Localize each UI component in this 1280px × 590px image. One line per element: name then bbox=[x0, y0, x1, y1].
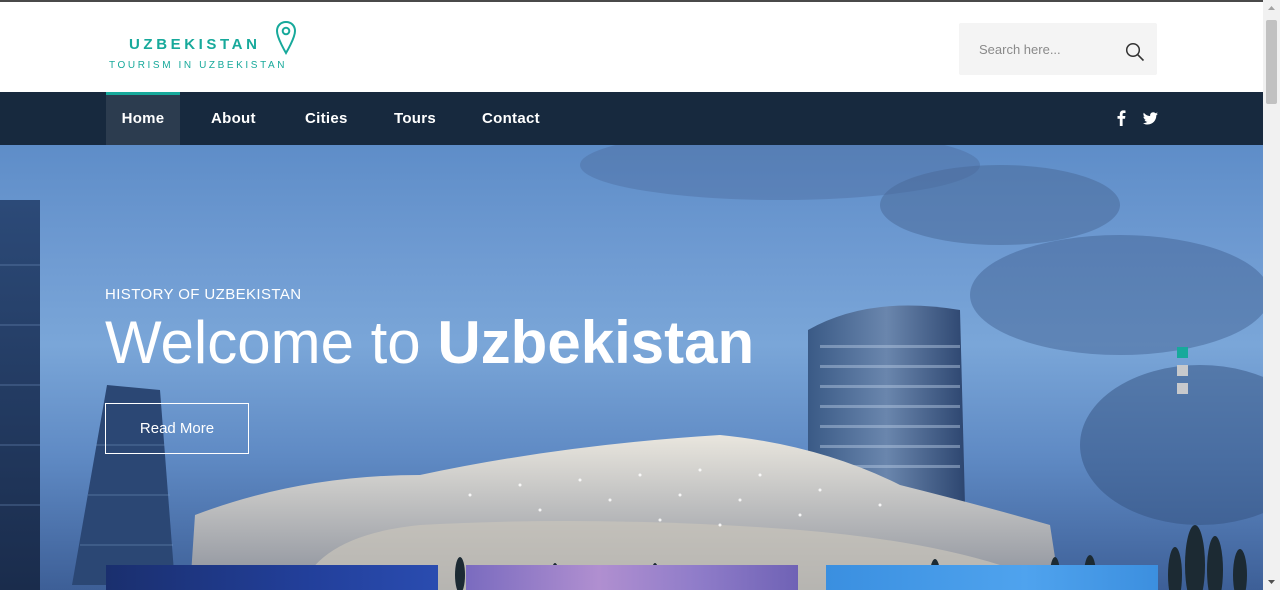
city-card-3[interactable] bbox=[826, 565, 1158, 590]
slider-dot-3[interactable] bbox=[1177, 383, 1188, 394]
hero-title-light: Welcome to bbox=[105, 309, 438, 376]
nav-home[interactable]: Home bbox=[106, 92, 180, 145]
main-nav: Home About Cities Tours Contact bbox=[0, 92, 1263, 145]
city-card-1[interactable] bbox=[106, 565, 438, 590]
slider-dot-1[interactable] bbox=[1177, 347, 1188, 358]
search-box bbox=[959, 23, 1157, 75]
slider-dot-2[interactable] bbox=[1177, 365, 1188, 376]
logo-tagline: TOURISM IN UZBEKISTAN bbox=[109, 60, 288, 71]
hero-subtitle: HISTORY OF UZBEKISTAN bbox=[105, 286, 302, 303]
hero-title: Welcome to Uzbekistan bbox=[105, 308, 754, 377]
facebook-icon[interactable] bbox=[1113, 109, 1129, 127]
nav-tours[interactable]: Tours bbox=[394, 92, 436, 145]
page-scrollbar[interactable] bbox=[1263, 0, 1280, 590]
nav-cities[interactable]: Cities bbox=[305, 92, 348, 145]
city-card-2[interactable] bbox=[466, 565, 798, 590]
scroll-down-arrow-icon[interactable] bbox=[1263, 573, 1280, 590]
nav-about[interactable]: About bbox=[211, 92, 256, 145]
scroll-thumb[interactable] bbox=[1266, 20, 1277, 104]
header: UZBEKISTAN TOURISM IN UZBEKISTAN bbox=[0, 0, 1263, 92]
search-icon[interactable] bbox=[1125, 42, 1145, 62]
hero-title-bold: Uzbekistan bbox=[437, 309, 755, 376]
location-pin-icon bbox=[275, 20, 297, 55]
search-input[interactable] bbox=[971, 23, 1121, 75]
twitter-icon[interactable] bbox=[1142, 109, 1159, 127]
site-logo[interactable]: UZBEKISTAN TOURISM IN UZBEKISTAN bbox=[108, 20, 308, 76]
logo-name: UZBEKISTAN bbox=[129, 36, 261, 53]
read-more-button[interactable]: Read More bbox=[105, 403, 249, 454]
hero-slider: HISTORY OF UZBEKISTAN Welcome to Uzbekis… bbox=[0, 145, 1263, 590]
nav-contact[interactable]: Contact bbox=[482, 92, 540, 145]
scroll-up-arrow-icon[interactable] bbox=[1263, 0, 1280, 17]
